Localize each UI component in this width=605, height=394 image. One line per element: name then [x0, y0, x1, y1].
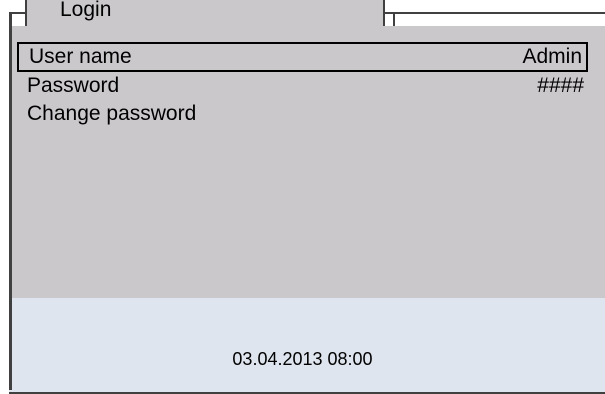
- menu-item-password[interactable]: Password ####: [17, 71, 588, 101]
- status-bar: [9, 298, 605, 394]
- menu-item-change-password[interactable]: Change password: [17, 99, 588, 129]
- frame-top-border-left: [9, 12, 25, 14]
- tab-title: Login: [60, 0, 112, 21]
- menu-item-label: Password: [27, 74, 120, 97]
- menu-item-label: User name: [29, 45, 132, 68]
- device-screen: Login User name Admin Password #### Chan…: [0, 0, 605, 394]
- menu-item-value: ####: [537, 74, 584, 97]
- tab-login[interactable]: Login: [25, 0, 385, 26]
- frame-top-border-right: [393, 12, 605, 14]
- date-time-display: 03.04.2013 08:00: [232, 349, 373, 369]
- menu-item-value: Admin: [522, 45, 582, 68]
- frame-left-border: [9, 12, 12, 390]
- menu-item-user-name[interactable]: User name Admin: [17, 42, 588, 72]
- menu-item-label: Change password: [27, 102, 197, 125]
